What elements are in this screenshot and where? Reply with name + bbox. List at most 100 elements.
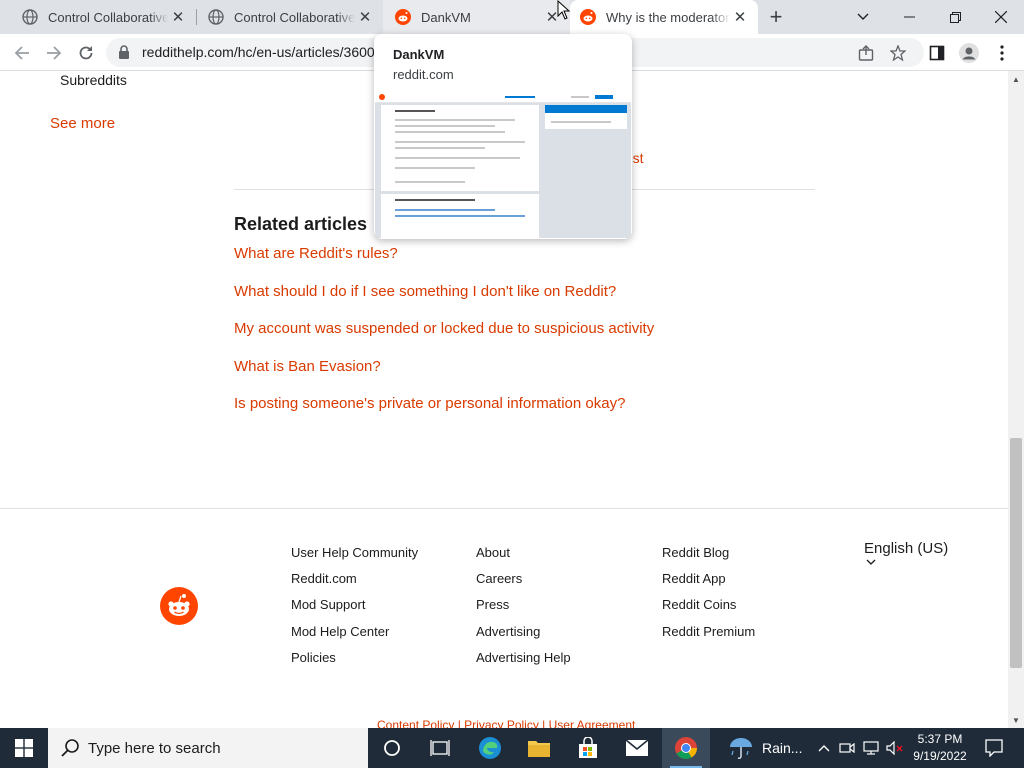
- cortana-button[interactable]: [368, 728, 416, 768]
- task-view-icon: [430, 740, 450, 756]
- url-text: reddithelp.com/hc/en-us/articles/3600: [142, 44, 375, 60]
- related-article-link[interactable]: My account was suspended or locked due t…: [234, 320, 654, 358]
- tab-search-button[interactable]: [840, 0, 886, 34]
- footer-link[interactable]: Press: [476, 597, 571, 623]
- volume-muted-icon: [886, 741, 903, 755]
- footer-link[interactable]: Reddit Premium: [662, 624, 755, 650]
- scrollbar-thumb[interactable]: [1010, 438, 1022, 668]
- close-icon[interactable]: ✕: [355, 7, 375, 27]
- globe-icon: [22, 9, 38, 25]
- tab-hover-card: DankVM reddit.com: [374, 34, 632, 239]
- bookmark-button[interactable]: [884, 39, 912, 67]
- legal-links[interactable]: Content Policy | Privacy Policy | User A…: [377, 718, 635, 728]
- side-panel-button[interactable]: [923, 39, 951, 67]
- back-button[interactable]: [8, 39, 36, 67]
- taskbar-search-box[interactable]: Type here to search: [48, 728, 368, 768]
- footer-link[interactable]: Reddit Coins: [662, 597, 755, 623]
- notification-center-button[interactable]: [976, 728, 1012, 768]
- start-button[interactable]: [0, 728, 48, 768]
- edge-icon: [479, 737, 501, 759]
- tab-title: Why is the moderator t: [606, 9, 730, 25]
- mail-button[interactable]: [613, 728, 661, 768]
- tab-control-collaborative-1[interactable]: Control Collaborative W ✕: [0, 0, 196, 34]
- related-articles-heading: Related articles: [234, 214, 368, 234]
- network-tray[interactable]: [860, 728, 882, 768]
- see-more-link[interactable]: See more: [50, 115, 115, 132]
- side-panel-icon: [929, 45, 945, 61]
- lock-icon: [119, 45, 129, 59]
- clock-time: 5:37 PM: [917, 732, 963, 746]
- forward-button[interactable]: [40, 39, 68, 67]
- chevron-up-icon: [818, 745, 830, 752]
- close-window-button[interactable]: [978, 0, 1024, 34]
- language-selector[interactable]: English (US): [864, 540, 948, 557]
- chrome-taskbar-button[interactable]: [662, 728, 710, 768]
- mouse-cursor-icon: [557, 0, 571, 20]
- footer-link[interactable]: Reddit App: [662, 571, 755, 597]
- reload-icon: [79, 46, 93, 60]
- sidebar-item-subreddits[interactable]: Subreddits: [60, 72, 127, 88]
- kebab-menu-icon: [1000, 45, 1004, 61]
- hover-card-title: DankVM: [393, 47, 445, 62]
- footer-link[interactable]: Reddit.com: [291, 571, 418, 597]
- back-arrow-icon: [14, 46, 29, 60]
- forward-arrow-icon: [47, 46, 62, 60]
- system-clock[interactable]: 5:37 PM 9/19/2022: [906, 731, 974, 765]
- hover-card-domain: reddit.com: [393, 67, 454, 82]
- tab-title: Control Collaborative W: [48, 9, 168, 25]
- store-bag-icon: [579, 737, 597, 758]
- star-icon: [890, 45, 906, 61]
- footer-link[interactable]: Mod Help Center: [291, 624, 418, 650]
- new-tab-button[interactable]: +: [764, 4, 788, 29]
- globe-icon: [208, 9, 224, 25]
- related-article-link[interactable]: What are Reddit's rules?: [234, 245, 654, 283]
- avatar-icon: [959, 43, 979, 63]
- scroll-up-arrow-icon[interactable]: ▲: [1008, 71, 1024, 87]
- footer-link[interactable]: User Help Community: [291, 545, 418, 571]
- close-icon[interactable]: ✕: [168, 7, 188, 27]
- menu-button[interactable]: [988, 39, 1016, 67]
- footer-link[interactable]: Policies: [291, 650, 418, 676]
- footer-divider: [0, 508, 1008, 509]
- chrome-icon: [675, 737, 697, 759]
- weather-widget[interactable]: Rain...: [728, 728, 812, 768]
- footer-link[interactable]: Advertising Help: [476, 650, 571, 676]
- scroll-down-arrow-icon[interactable]: ▼: [1008, 712, 1024, 728]
- close-icon: [995, 11, 1007, 23]
- page-scrollbar[interactable]: ▲ ▼: [1008, 71, 1024, 728]
- related-article-link[interactable]: What is Ban Evasion?: [234, 358, 654, 396]
- windows-taskbar: Type here to search Rain... 5:37 PM 9/19…: [0, 728, 1024, 768]
- related-articles-list: What are Reddit's rules? What should I d…: [234, 245, 654, 433]
- tab-dankvm[interactable]: DankVM ✕: [383, 0, 570, 34]
- reddit-icon: [395, 9, 411, 25]
- related-article-link[interactable]: What should I do if I see something I do…: [234, 283, 654, 321]
- restore-button[interactable]: [932, 0, 978, 34]
- edge-taskbar-button[interactable]: [466, 728, 514, 768]
- reddit-logo-icon[interactable]: [160, 587, 198, 625]
- minimize-button[interactable]: [886, 0, 932, 34]
- profile-button[interactable]: [955, 39, 983, 67]
- tab-control-collaborative-2[interactable]: Control Collaborative W ✕: [186, 0, 383, 34]
- footer-link[interactable]: Careers: [476, 571, 571, 597]
- related-article-link[interactable]: Is posting someone's private or personal…: [234, 395, 654, 433]
- file-explorer-button[interactable]: [515, 728, 563, 768]
- volume-tray[interactable]: [884, 728, 906, 768]
- task-view-button[interactable]: [416, 728, 464, 768]
- share-button[interactable]: [852, 39, 880, 67]
- store-button[interactable]: [564, 728, 612, 768]
- footer-link[interactable]: Advertising: [476, 624, 571, 650]
- footer-link[interactable]: Reddit Blog: [662, 545, 755, 571]
- chevron-down-icon[interactable]: [866, 559, 876, 566]
- footer-column-help: User Help Community Reddit.com Mod Suppo…: [291, 545, 418, 676]
- reddit-icon: [580, 9, 596, 25]
- close-icon[interactable]: ✕: [730, 7, 750, 27]
- footer-link[interactable]: About: [476, 545, 571, 571]
- cortana-icon: [384, 740, 400, 756]
- tab-why-moderator[interactable]: Why is the moderator t ✕: [570, 0, 758, 34]
- footer-column-company: About Careers Press Advertising Advertis…: [476, 545, 571, 676]
- meet-now-tray[interactable]: [836, 728, 858, 768]
- show-hidden-icons-button[interactable]: [814, 728, 834, 768]
- search-placeholder: Type here to search: [88, 740, 221, 757]
- footer-link[interactable]: Mod Support: [291, 597, 418, 623]
- reload-button[interactable]: [72, 39, 100, 67]
